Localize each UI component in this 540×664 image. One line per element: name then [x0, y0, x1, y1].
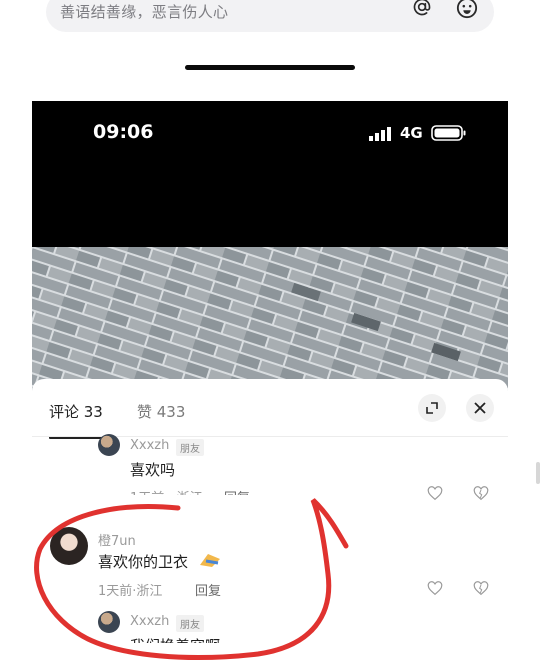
- dislike-icon[interactable]: [473, 581, 489, 597]
- expand-button[interactable]: [418, 394, 446, 422]
- reply-button[interactable]: 回复: [224, 487, 250, 495]
- comments-sheet: 评论 33 赞 433 Xxxzh 朋友 喜欢吗 1天前 · 浙江 回复: [32, 379, 508, 643]
- video-thumbnail[interactable]: [32, 247, 508, 397]
- friend-badge: 朋友: [176, 439, 204, 456]
- comment-text[interactable]: 喜欢吗: [130, 459, 175, 480]
- at-icon[interactable]: [412, 0, 432, 17]
- sticker-icon: [200, 554, 220, 567]
- comment-username[interactable]: Xxxzh: [130, 614, 169, 629]
- tab-comments[interactable]: 评论 33: [49, 401, 103, 422]
- comment-text[interactable]: 我们换着穿啊: [130, 635, 220, 643]
- comment-username[interactable]: 橙7un: [98, 530, 136, 549]
- expand-icon: [426, 402, 438, 414]
- reply-button[interactable]: 回复: [195, 580, 221, 599]
- scrollbar[interactable]: [536, 462, 540, 484]
- friend-badge: 朋友: [176, 615, 204, 632]
- dislike-icon[interactable]: [473, 486, 489, 502]
- status-time: 09:06: [93, 121, 154, 143]
- comment-input[interactable]: 善语结善缘，恶言伤人心: [46, 0, 494, 32]
- comment-meta: 1天前 · 浙江: [130, 487, 203, 495]
- comment-meta-clipped: 1天前 · 浙江 回复: [130, 487, 260, 495]
- comment-username[interactable]: Xxxzh: [130, 438, 169, 453]
- avatar[interactable]: [98, 611, 120, 633]
- signal-icon: [369, 127, 391, 141]
- close-button[interactable]: [466, 394, 494, 422]
- status-bar: 09:06 4G: [32, 101, 508, 247]
- battery-icon: [431, 125, 466, 141]
- comment-text[interactable]: 喜欢你的卫衣: [98, 551, 188, 572]
- like-icon[interactable]: [427, 581, 443, 597]
- home-indicator[interactable]: [185, 65, 355, 70]
- embedded-screenshot: 09:06 4G 评论 33 赞 433 Xxxzh 朋友 喜欢吗 橙7un 喜…: [32, 101, 508, 643]
- comment-meta: 1天前·浙江: [98, 584, 163, 599]
- tab-likes[interactable]: 赞 433: [137, 401, 185, 422]
- avatar[interactable]: [98, 434, 120, 456]
- emoji-icon[interactable]: [456, 0, 478, 19]
- like-icon[interactable]: [427, 486, 443, 502]
- comment-placeholder: 善语结善缘，恶言伤人心: [60, 3, 229, 21]
- avatar[interactable]: [50, 527, 88, 565]
- network-type: 4G: [400, 124, 423, 142]
- close-icon: [474, 402, 486, 414]
